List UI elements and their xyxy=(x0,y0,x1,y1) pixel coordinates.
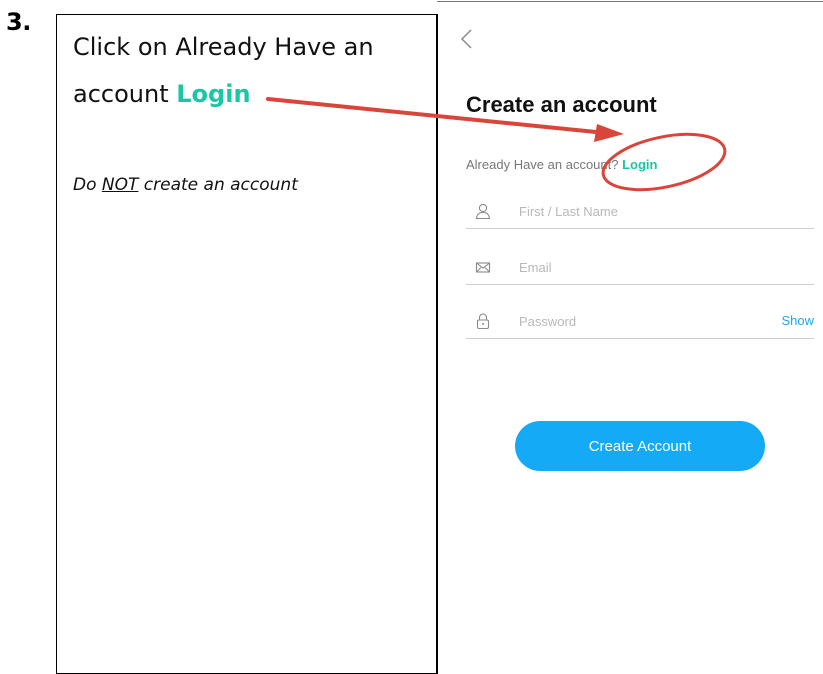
show-password-toggle[interactable]: Show xyxy=(781,313,814,328)
step-number: 3. xyxy=(6,8,31,36)
warning-emphasis: NOT xyxy=(101,175,139,195)
instruction-login-highlight: Login xyxy=(176,80,251,108)
create-account-button[interactable]: Create Account xyxy=(515,421,765,471)
phone-top-border xyxy=(437,0,823,2)
name-input[interactable] xyxy=(519,200,759,222)
instruction-panel: Click on Already Have an account Login D… xyxy=(56,14,437,674)
warning-note: Do NOT create an account xyxy=(73,175,298,195)
name-field xyxy=(466,200,814,229)
password-field: Show xyxy=(466,310,814,339)
person-icon xyxy=(474,202,492,220)
already-have-account-line: Already Have an account? Login xyxy=(466,157,658,172)
page-title: Create an account xyxy=(466,92,657,117)
envelope-icon xyxy=(474,258,492,276)
warning-prefix: Do xyxy=(73,175,102,195)
email-field xyxy=(466,256,814,285)
chevron-left-icon[interactable] xyxy=(459,28,473,55)
lock-icon xyxy=(474,312,492,330)
instruction-account-text: account xyxy=(73,80,177,108)
already-have-account-text: Already Have an account? xyxy=(466,157,623,172)
email-input[interactable] xyxy=(519,256,759,278)
login-link[interactable]: Login xyxy=(622,157,657,172)
warning-suffix: create an account xyxy=(138,175,298,195)
instruction-line-2: account Login xyxy=(73,80,251,108)
password-input[interactable] xyxy=(519,310,759,332)
instruction-line-1: Click on Already Have an xyxy=(73,33,374,61)
